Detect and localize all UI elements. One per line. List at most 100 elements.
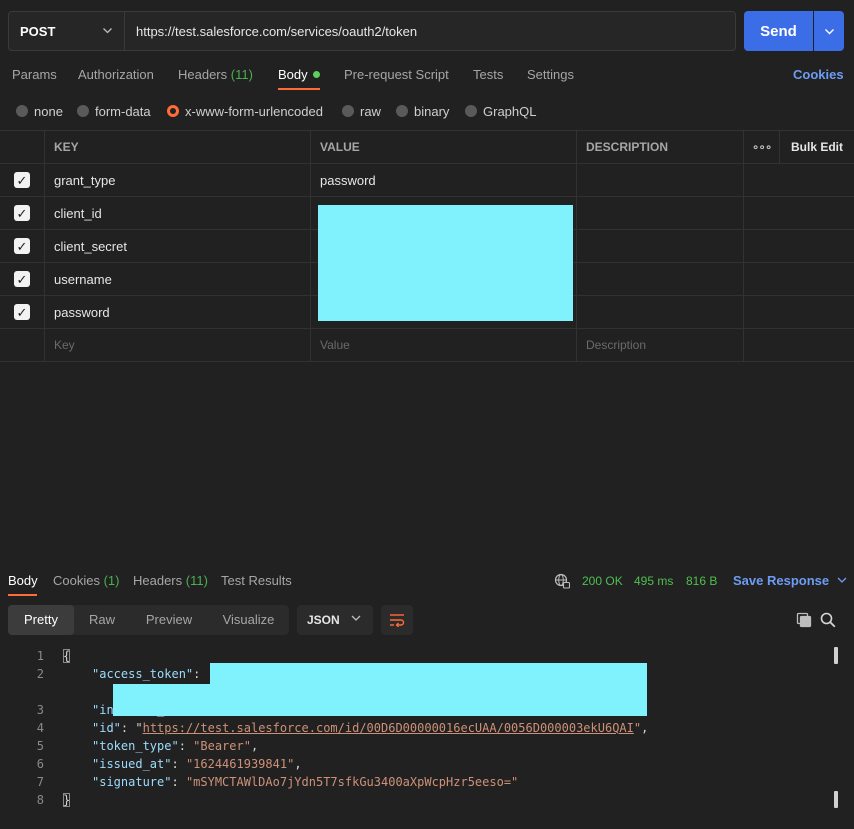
code-line: "id": "https://test.salesforce.com/id/00… bbox=[92, 721, 649, 735]
radio-none-label: none bbox=[34, 103, 63, 119]
row-description[interactable] bbox=[577, 164, 744, 196]
row-checkbox[interactable]: ✓ bbox=[14, 205, 30, 221]
more-options-icon[interactable]: ∘∘∘ bbox=[744, 131, 780, 163]
request-tabs: Params Authorization Headers (11) Body P… bbox=[0, 62, 854, 90]
row-description[interactable] bbox=[577, 296, 744, 328]
response-tab-body[interactable]: Body bbox=[8, 565, 38, 597]
row-description[interactable] bbox=[577, 263, 744, 295]
code-line: } bbox=[63, 791, 71, 809]
bulk-edit-button[interactable]: Bulk Edit bbox=[780, 131, 854, 163]
cookies-link[interactable]: Cookies bbox=[793, 62, 844, 88]
response-tabs: Body Cookies (1) Headers (11) Test Resul… bbox=[0, 565, 854, 597]
row-key[interactable]: password bbox=[45, 296, 311, 328]
scrollbar-marker[interactable] bbox=[834, 791, 838, 808]
search-icon[interactable] bbox=[820, 612, 836, 628]
format-label: JSON bbox=[307, 613, 340, 627]
response-tab-headers-count: (11) bbox=[185, 573, 208, 588]
response-tab-test-results[interactable]: Test Results bbox=[221, 565, 292, 597]
row-key[interactable]: client_secret bbox=[45, 230, 311, 262]
radio-graphql[interactable]: GraphQL bbox=[465, 100, 536, 122]
status-code[interactable]: 200 OK bbox=[582, 565, 623, 597]
line-number: 5 bbox=[36, 739, 44, 753]
response-size[interactable]: 816 B bbox=[686, 565, 717, 597]
code-line: "access_token": bbox=[92, 667, 208, 681]
radio-circle-icon bbox=[465, 105, 477, 117]
response-tab-cookies[interactable]: Cookies (1) bbox=[53, 565, 119, 597]
row-key[interactable]: username bbox=[45, 263, 311, 295]
scrollbar-marker[interactable] bbox=[834, 647, 838, 664]
send-options-button[interactable] bbox=[814, 11, 844, 51]
code-line: "token_type": "Bearer", bbox=[92, 739, 259, 753]
url-input[interactable]: https://test.salesforce.com/services/oau… bbox=[124, 11, 736, 51]
radio-graphql-label: GraphQL bbox=[483, 103, 537, 119]
globe-icon[interactable] bbox=[554, 573, 570, 589]
save-response-label: Save Response bbox=[733, 573, 830, 588]
row-key[interactable]: grant_type bbox=[45, 164, 311, 196]
radio-circle-icon bbox=[77, 105, 89, 117]
method-label: POST bbox=[20, 23, 56, 39]
response-time[interactable]: 495 ms bbox=[634, 565, 673, 597]
table-row-new: Key Value Description bbox=[0, 329, 854, 362]
tab-params[interactable]: Params bbox=[12, 62, 57, 90]
tab-headers[interactable]: Headers (11) bbox=[178, 62, 253, 90]
format-select[interactable]: JSON bbox=[297, 605, 373, 635]
line-number: 4 bbox=[36, 721, 44, 735]
radio-circle-icon bbox=[16, 105, 28, 117]
json-value: "1624461939841" bbox=[185, 757, 295, 771]
tab-prerequest-script[interactable]: Pre-request Script bbox=[344, 62, 449, 90]
response-tab-headers-label: Headers bbox=[133, 573, 183, 588]
method-select[interactable]: POST bbox=[8, 11, 124, 51]
radio-binary[interactable]: binary bbox=[396, 100, 449, 122]
radio-urlencoded-label: x-www-form-urlencoded bbox=[185, 103, 323, 119]
row-description[interactable] bbox=[577, 197, 744, 229]
json-url-link[interactable]: https://test.salesforce.com/id/00D6D0000… bbox=[143, 721, 634, 735]
view-preview-button[interactable]: Preview bbox=[130, 605, 208, 635]
view-visualize-button[interactable]: Visualize bbox=[208, 605, 289, 635]
radio-urlencoded[interactable]: x-www-form-urlencoded bbox=[167, 100, 323, 122]
response-tab-headers[interactable]: Headers (11) bbox=[133, 565, 208, 597]
tab-tests[interactable]: Tests bbox=[473, 62, 503, 90]
redaction-block bbox=[210, 663, 647, 716]
redaction-block bbox=[113, 684, 213, 716]
copy-icon[interactable] bbox=[796, 612, 812, 628]
json-value: "Bearer" bbox=[193, 739, 251, 753]
response-tab-cookies-count: (1) bbox=[103, 573, 120, 588]
radio-raw-label: raw bbox=[360, 103, 381, 119]
tab-settings[interactable]: Settings bbox=[527, 62, 574, 90]
line-number: 2 bbox=[36, 667, 44, 681]
tab-headers-label: Headers bbox=[178, 67, 228, 82]
row-key[interactable]: client_id bbox=[45, 197, 311, 229]
body-type-options: none form-data x-www-form-urlencoded raw… bbox=[0, 100, 854, 122]
send-button[interactable]: Send bbox=[744, 11, 813, 51]
radio-raw[interactable]: raw bbox=[342, 100, 381, 122]
row-description[interactable] bbox=[577, 230, 744, 262]
radio-form-data[interactable]: form-data bbox=[77, 100, 151, 122]
tab-body-label: Body bbox=[278, 67, 308, 82]
view-pretty-button[interactable]: Pretty bbox=[8, 605, 74, 635]
column-header-value: VALUE bbox=[311, 131, 577, 163]
redaction-block bbox=[318, 205, 573, 321]
new-key-input[interactable]: Key bbox=[45, 329, 311, 361]
response-view-toggle: Pretty Raw Preview Visualize bbox=[8, 605, 289, 635]
row-value[interactable]: password bbox=[311, 164, 577, 196]
save-response-button[interactable]: Save Response bbox=[733, 565, 847, 597]
active-tab-indicator bbox=[278, 88, 320, 90]
radio-circle-icon bbox=[342, 105, 354, 117]
wrap-lines-icon bbox=[390, 614, 405, 627]
new-description-input[interactable]: Description bbox=[577, 329, 744, 361]
row-checkbox[interactable]: ✓ bbox=[14, 172, 30, 188]
new-value-input[interactable]: Value bbox=[311, 329, 577, 361]
line-number: 8 bbox=[36, 793, 44, 807]
tab-authorization[interactable]: Authorization bbox=[78, 62, 154, 90]
wrap-lines-button[interactable] bbox=[381, 605, 413, 635]
view-raw-button[interactable]: Raw bbox=[74, 605, 130, 635]
line-number: 1 bbox=[36, 649, 44, 663]
tab-body[interactable]: Body bbox=[278, 62, 320, 90]
json-key: "signature" bbox=[92, 775, 172, 789]
json-key: "id" bbox=[92, 721, 121, 735]
radio-none[interactable]: none bbox=[16, 100, 63, 122]
row-checkbox[interactable]: ✓ bbox=[14, 304, 30, 320]
row-checkbox[interactable]: ✓ bbox=[14, 271, 30, 287]
row-checkbox[interactable]: ✓ bbox=[14, 238, 30, 254]
json-close-brace: } bbox=[63, 793, 71, 807]
